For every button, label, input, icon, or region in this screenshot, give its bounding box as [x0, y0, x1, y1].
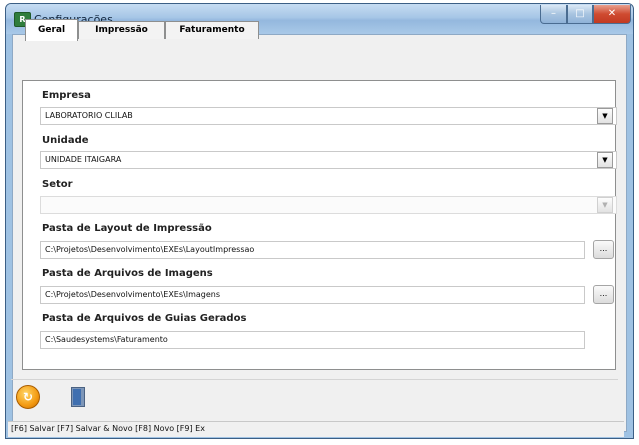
maximize-button[interactable]: □: [567, 5, 593, 24]
pasta-imagens-browse-button[interactable]: ...: [593, 285, 614, 304]
pasta-guias-input[interactable]: C:\Saudesystems\Faturamento: [40, 331, 585, 349]
setor-dropdown-icon[interactable]: ▼: [597, 197, 613, 213]
empresa-label: Empresa: [42, 90, 91, 101]
empresa-dropdown-icon[interactable]: ▼: [597, 108, 613, 124]
pasta-layout-browse-button[interactable]: ...: [593, 240, 614, 259]
pasta-imagens-label: Pasta de Arquivos de Imagens: [42, 268, 213, 279]
empresa-select[interactable]: LABORATORIO CLILAB: [40, 107, 617, 125]
unidade-dropdown-icon[interactable]: ▼: [597, 152, 613, 168]
status-bar: [F6] Salvar [F7] Salvar & Novo [F8] Novo…: [8, 421, 624, 437]
save-icon[interactable]: ↻: [16, 385, 40, 409]
setor-label: Setor: [42, 179, 73, 190]
pasta-imagens-input[interactable]: C:\Projetos\Desenvolvimento\EXEs\Imagens: [40, 286, 585, 304]
tab-impressao[interactable]: Impressão: [78, 21, 165, 39]
unidade-label: Unidade: [42, 135, 89, 146]
minimize-button[interactable]: –: [540, 5, 567, 24]
pasta-layout-label: Pasta de Layout de Impressão: [42, 223, 212, 234]
pasta-guias-label: Pasta de Arquivos de Guias Gerados: [42, 313, 247, 324]
toolbar-separator: [11, 379, 618, 380]
pasta-layout-input[interactable]: C:\Projetos\Desenvolvimento\EXEs\LayoutI…: [40, 241, 585, 259]
tab-geral[interactable]: Geral: [25, 19, 78, 41]
exit-door-icon[interactable]: [66, 385, 90, 409]
tab-faturamento[interactable]: Faturamento: [165, 21, 259, 39]
setor-select[interactable]: [40, 196, 617, 214]
close-button[interactable]: ✕: [593, 5, 631, 24]
unidade-select[interactable]: UNIDADE ITAIGARA: [40, 151, 617, 169]
door-leaf: [73, 389, 81, 405]
